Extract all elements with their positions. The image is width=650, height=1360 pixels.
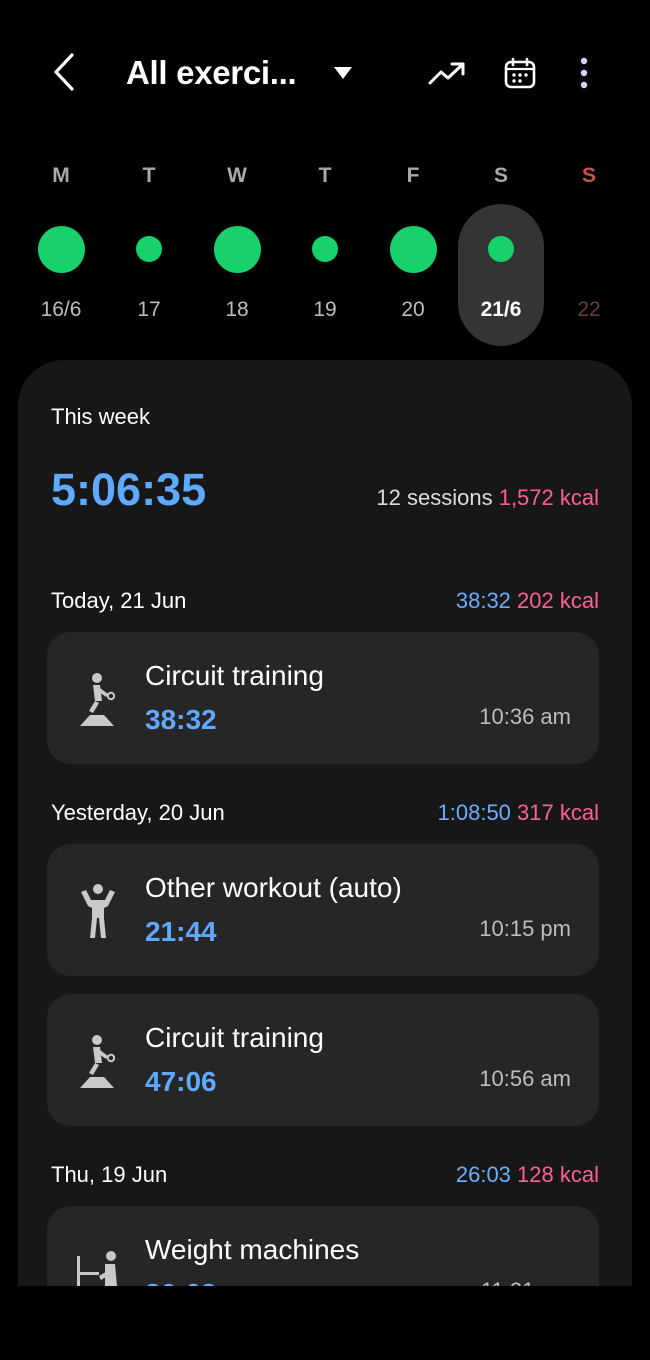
workout-card[interactable]: Circuit training 38:32 10:36 am <box>47 632 599 764</box>
workout-duration: 21:44 <box>145 916 217 947</box>
activity-dot <box>136 236 162 262</box>
this-week-label: This week <box>51 404 151 429</box>
day-date: 16/6 <box>40 298 82 321</box>
day-letter: F <box>406 164 420 187</box>
weekly-kcal: 1,572 kcal <box>498 485 599 510</box>
workout-name: Weight machines <box>145 1234 360 1265</box>
workout-duration: 38:32 <box>145 704 217 735</box>
weekly-total-time: 5:06:35 <box>51 464 207 515</box>
day-saturday-selected[interactable]: S 21/6 <box>458 160 544 346</box>
week-strip: M 16/6 T 17 W 18 T 19 F 20 S 21/6 S 22 <box>18 160 632 350</box>
day-date: 20 <box>401 298 425 321</box>
day-monday[interactable]: M 16/6 <box>18 160 104 346</box>
workout-start-time: 10:36 am <box>479 704 571 729</box>
group-date: Today, 21 Jun <box>51 588 187 613</box>
day-letter: S <box>581 164 596 187</box>
day-date: 18 <box>225 298 249 321</box>
more-options-button[interactable] <box>561 50 607 96</box>
activity-dot <box>389 225 437 273</box>
workout-start-time: 11:21 am <box>481 1278 571 1286</box>
trend-icon <box>428 62 465 85</box>
activity-dot <box>213 225 261 273</box>
workout-name: Circuit training <box>145 1022 324 1053</box>
day-friday[interactable]: F 20 <box>370 160 456 346</box>
page-title: All exerci... <box>126 54 297 91</box>
day-wednesday[interactable]: W 18 <box>194 160 280 346</box>
weight-machine-icon <box>77 1251 117 1286</box>
day-sunday[interactable]: S 22 <box>546 160 632 346</box>
day-group-header: Yesterday, 20 Jun 1:08:50 317 kcal <box>51 800 599 830</box>
dropdown-icon <box>334 67 353 79</box>
top-app-bar: All exerci... <box>0 0 650 140</box>
workout-card[interactable]: Weight machines 26:03 11:21 am <box>47 1206 599 1286</box>
other-workout-icon <box>81 884 115 938</box>
group-duration: 1:08:50 <box>437 800 511 825</box>
day-letter: W <box>227 164 247 187</box>
workout-card[interactable]: Circuit training 47:06 10:56 am <box>47 994 599 1126</box>
day-date: 22 <box>577 298 601 321</box>
back-icon <box>54 53 74 91</box>
day-thursday[interactable]: T 19 <box>282 160 368 346</box>
day-date: 19 <box>313 298 337 321</box>
workout-card[interactable]: Other workout (auto) 21:44 10:15 pm <box>47 844 599 976</box>
day-group-header: Thu, 19 Jun 26:03 128 kcal <box>51 1162 599 1192</box>
group-kcal: 202 kcal <box>517 588 599 613</box>
circuit-training-icon <box>80 1035 116 1088</box>
group-kcal: 317 kcal <box>517 800 599 825</box>
calendar-button[interactable] <box>497 50 543 96</box>
group-date: Thu, 19 Jun <box>51 1162 168 1187</box>
weekly-summary: 12 sessions 1,572 kcal <box>376 485 599 511</box>
more-icon <box>580 57 588 89</box>
day-tuesday[interactable]: T 17 <box>106 160 192 346</box>
day-letter: T <box>318 164 332 187</box>
calendar-icon <box>504 57 536 89</box>
session-count: 12 sessions <box>376 485 493 510</box>
day-group-header: Today, 21 Jun 38:32 202 kcal <box>51 588 599 618</box>
day-letter: S <box>493 164 508 187</box>
circuit-training-icon <box>80 673 116 726</box>
workout-start-time: 10:56 am <box>479 1066 571 1091</box>
exercise-type-selector[interactable]: All exerci... <box>126 48 353 98</box>
group-date: Yesterday, 20 Jun <box>51 800 225 825</box>
activity-dot <box>312 236 338 262</box>
trends-button[interactable] <box>424 50 470 96</box>
workout-start-time: 10:15 pm <box>479 916 571 941</box>
day-date: 21/6 <box>480 298 522 321</box>
back-button[interactable] <box>42 50 86 94</box>
group-kcal: 128 kcal <box>517 1162 599 1187</box>
workout-duration: 47:06 <box>145 1066 217 1097</box>
day-letter: M <box>52 164 70 187</box>
group-duration: 38:32 <box>455 588 511 613</box>
workout-duration: 26:03 <box>145 1278 217 1286</box>
exercise-history-panel[interactable]: This week 5:06:35 12 sessions 1,572 kcal… <box>18 360 632 1286</box>
activity-dot <box>37 225 85 273</box>
day-date: 17 <box>137 298 161 321</box>
group-duration: 26:03 <box>455 1162 511 1187</box>
day-letter: T <box>142 164 156 187</box>
workout-name: Circuit training <box>145 660 324 691</box>
activity-dot <box>488 236 514 262</box>
workout-name: Other workout (auto) <box>145 872 402 903</box>
